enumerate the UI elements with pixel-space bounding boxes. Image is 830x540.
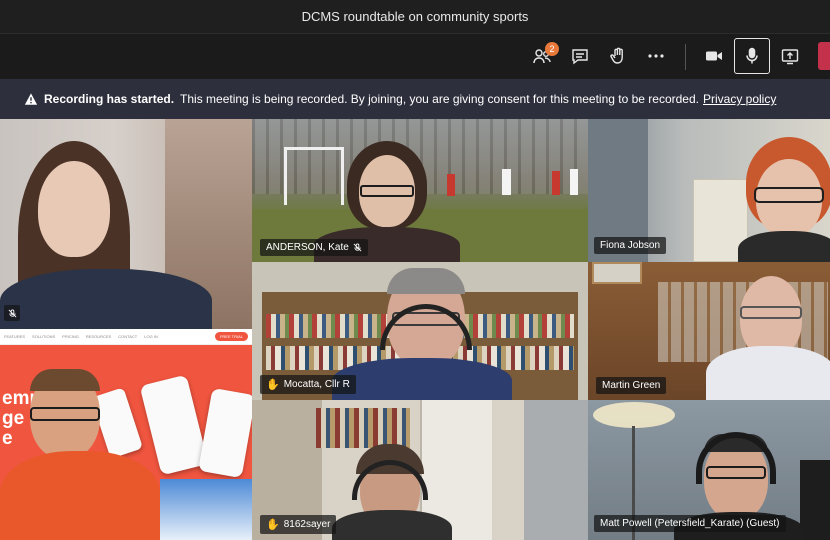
nav-item: LOG IN bbox=[144, 334, 158, 339]
hair bbox=[387, 268, 465, 294]
window bbox=[524, 400, 588, 540]
shirt bbox=[332, 510, 452, 540]
nav-item: CONTACT bbox=[118, 334, 138, 339]
shirt bbox=[706, 346, 830, 400]
participants-count-badge: 2 bbox=[545, 42, 559, 56]
recording-title: Recording has started. bbox=[44, 92, 175, 106]
website-cta: FREE TRIAL bbox=[214, 332, 248, 341]
participants-button[interactable]: 2 bbox=[524, 38, 560, 74]
video-tile-participant-7[interactable]: ✋ 8162sayer bbox=[252, 400, 588, 540]
more-icon bbox=[648, 54, 664, 58]
video-tile-participant-6[interactable]: FEATURES SOLUTIONS PRICING RESOURCES CON… bbox=[0, 329, 252, 540]
meeting-toolbar: 2 bbox=[0, 34, 830, 79]
lamp-shade bbox=[593, 402, 675, 428]
nav-item: SOLUTIONS bbox=[32, 334, 56, 339]
shirt bbox=[332, 358, 512, 400]
participant-name: 8162sayer bbox=[283, 519, 331, 530]
name-label: Matt Powell (Petersfield_Karate) (Guest) bbox=[594, 515, 786, 532]
nav-item: FEATURES bbox=[4, 334, 26, 339]
player bbox=[570, 169, 578, 195]
privacy-policy-link[interactable]: Privacy policy bbox=[703, 92, 776, 106]
name-label: Fiona Jobson bbox=[594, 237, 667, 254]
player bbox=[502, 169, 511, 195]
glasses bbox=[754, 187, 824, 203]
shirt bbox=[0, 451, 160, 540]
microphone-button[interactable] bbox=[734, 38, 770, 74]
toolbar-divider bbox=[685, 44, 686, 70]
participant-name: Fiona Jobson bbox=[600, 240, 661, 251]
player bbox=[447, 174, 455, 196]
shirt bbox=[738, 231, 830, 262]
video-tile-participant-5[interactable]: Martin Green bbox=[588, 262, 830, 400]
microphone-icon bbox=[746, 47, 758, 64]
mic-off-icon bbox=[4, 305, 20, 321]
share-icon bbox=[781, 49, 799, 65]
video-tile-participant-8[interactable]: Matt Powell (Petersfield_Karate) (Guest) bbox=[588, 400, 830, 540]
recording-message: This meeting is being recorded. By joini… bbox=[180, 92, 699, 106]
player bbox=[552, 171, 560, 195]
raise-hand-button[interactable] bbox=[600, 38, 636, 74]
chat-icon bbox=[572, 49, 588, 65]
recording-banner: Recording has started. This meeting is b… bbox=[0, 79, 830, 119]
window-title-bar: DCMS roundtable on community sports bbox=[0, 0, 830, 34]
video-tile-participant-2[interactable]: ANDERSON, Kate bbox=[252, 119, 588, 262]
meeting-title: DCMS roundtable on community sports bbox=[301, 9, 529, 24]
website-nav: FEATURES SOLUTIONS PRICING RESOURCES CON… bbox=[0, 329, 252, 345]
name-label: ANDERSON, Kate bbox=[260, 239, 368, 256]
warning-icon bbox=[24, 93, 38, 105]
hair bbox=[30, 369, 100, 391]
nav-item: PRICING bbox=[62, 334, 79, 339]
background-object bbox=[800, 460, 830, 540]
nav-item: RESOURCES bbox=[85, 334, 112, 339]
glasses bbox=[740, 306, 802, 319]
name-label: ✋ 8162sayer bbox=[260, 515, 337, 534]
hand-icon bbox=[610, 47, 623, 64]
participant-name: Mocatta, Cllr R bbox=[283, 379, 350, 390]
website-image bbox=[160, 479, 252, 540]
football-goal bbox=[284, 147, 344, 205]
mic-off-icon bbox=[353, 243, 362, 252]
hand-icon: ✋ bbox=[266, 519, 280, 531]
hand-icon: ✋ bbox=[266, 379, 280, 391]
glasses bbox=[30, 407, 100, 421]
shirt bbox=[0, 269, 212, 329]
name-label: ✋ Mocatta, Cllr R bbox=[260, 375, 356, 394]
name-label: Martin Green bbox=[596, 377, 667, 394]
video-tile-participant-4[interactable]: ✋ Mocatta, Cllr R bbox=[252, 262, 588, 400]
participant-name: Martin Green bbox=[602, 380, 661, 391]
chat-button[interactable] bbox=[562, 38, 598, 74]
glasses bbox=[360, 185, 414, 197]
participant-name: ANDERSON, Kate bbox=[266, 242, 349, 253]
video-tile-participant-1[interactable] bbox=[0, 119, 252, 329]
more-options-button[interactable] bbox=[638, 38, 674, 74]
camera-button[interactable] bbox=[696, 38, 732, 74]
video-tile-participant-3[interactable]: Fiona Jobson bbox=[588, 119, 830, 262]
participant-name: Matt Powell (Petersfield_Karate) (Guest) bbox=[600, 518, 780, 529]
video-camera-icon bbox=[706, 51, 722, 61]
picture-frame bbox=[592, 262, 642, 284]
leave-button[interactable] bbox=[818, 42, 830, 70]
share-screen-button[interactable] bbox=[772, 38, 808, 74]
bookshelf bbox=[316, 408, 410, 448]
face bbox=[38, 161, 110, 257]
